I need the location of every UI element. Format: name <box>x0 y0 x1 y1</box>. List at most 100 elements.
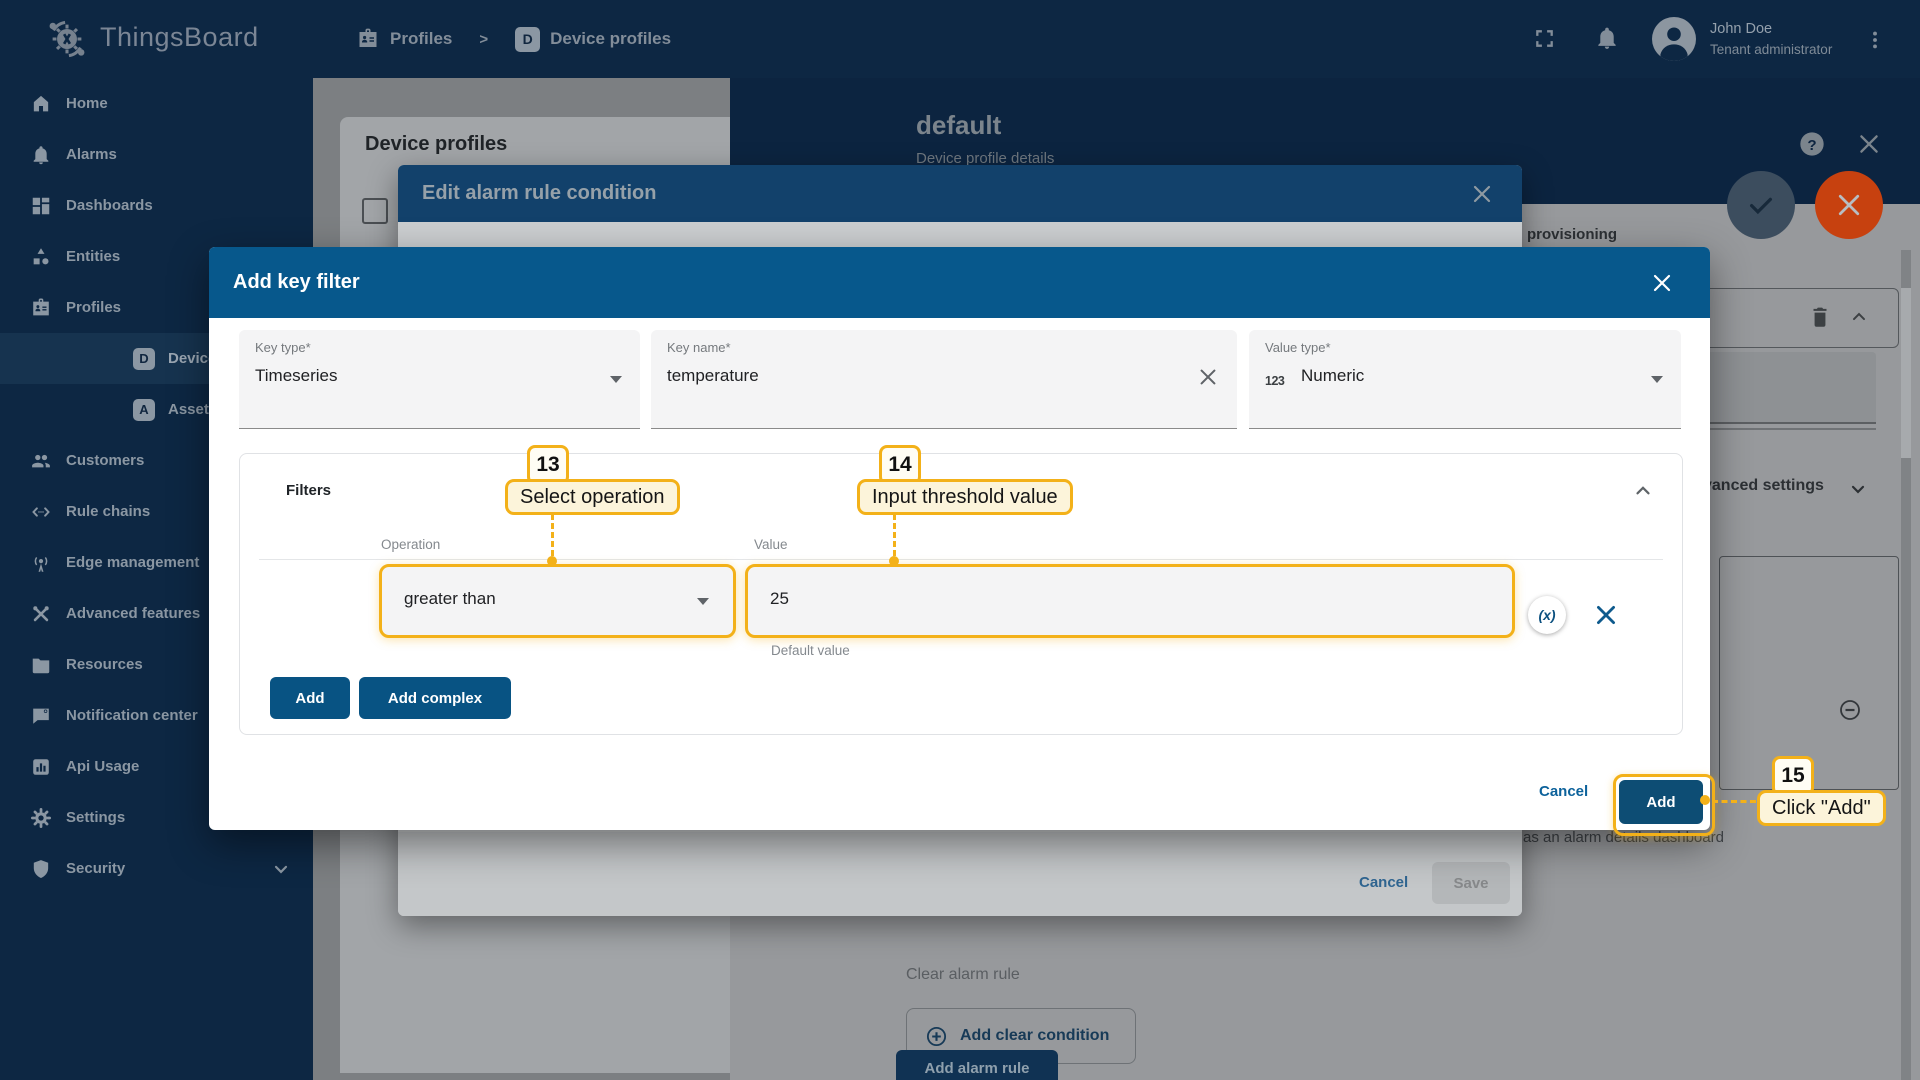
apply-changes-fab[interactable] <box>1727 171 1795 239</box>
dynamic-value-button[interactable]: (x) <box>1528 596 1566 634</box>
annotation-step-15-label: Click "Add" <box>1757 790 1886 826</box>
api-usage-chart-icon <box>30 756 52 778</box>
value-column-header: Value <box>754 537 788 552</box>
notification-message-icon <box>30 705 52 727</box>
threshold-value-input[interactable] <box>770 589 1419 609</box>
threshold-value-field[interactable] <box>745 564 1515 638</box>
modal-add-button[interactable]: Add <box>1619 780 1703 824</box>
alarm-bell-icon <box>30 144 52 166</box>
sidebar-item-security[interactable]: Security <box>0 843 313 894</box>
modal-title: Add key filter <box>233 271 360 294</box>
folder-icon <box>30 654 52 676</box>
profiles-badge-icon <box>356 27 380 51</box>
provisioning-tab-fragment[interactable]: provisioning <box>1527 226 1617 243</box>
edit-dialog-cancel-button[interactable]: Cancel <box>1359 874 1408 891</box>
filters-label: Filters <box>286 482 331 499</box>
edit-dialog-header: Edit alarm rule condition <box>398 165 1522 222</box>
home-icon <box>30 93 52 115</box>
thingsboard-app: ThingsBoard Profiles > D Device profiles <box>0 0 1920 1080</box>
sidebar-item-home[interactable]: Home <box>0 78 313 129</box>
trash-icon[interactable] <box>1807 304 1833 330</box>
modal-header: Add key filter <box>209 247 1710 318</box>
asset-profiles-chip-icon: A <box>133 399 155 421</box>
fullscreen-icon[interactable] <box>1532 26 1557 51</box>
user-role: Tenant administrator <box>1710 42 1832 57</box>
default-value-hint: Default value <box>771 643 850 658</box>
select-all-checkbox[interactable] <box>362 198 388 224</box>
value-type-select[interactable]: Value type* 123 Numeric <box>1249 330 1681 429</box>
more-menu-icon[interactable] <box>1864 27 1886 53</box>
chevron-down-icon <box>697 598 709 605</box>
annotation-step-13-label: Select operation <box>505 479 680 515</box>
add-filter-button[interactable]: Add <box>270 677 350 719</box>
breadcrumb: Profiles > D Device profiles <box>356 22 671 56</box>
sidebar-item-alarms[interactable]: Alarms <box>0 129 313 180</box>
operation-select[interactable]: greater than <box>379 564 736 638</box>
background-field <box>1690 352 1876 424</box>
schedule-box <box>1719 556 1899 790</box>
chevron-down-icon[interactable] <box>1848 479 1868 499</box>
annotation-13-connector <box>551 514 554 556</box>
device-profiles-chip-icon: D <box>133 348 155 370</box>
sidebar-item-dashboards[interactable]: Dashboards <box>0 180 313 231</box>
edit-dialog-title: Edit alarm rule condition <box>422 182 656 205</box>
help-icon[interactable]: ? <box>1798 130 1826 158</box>
close-icon[interactable] <box>1470 182 1494 206</box>
annotation-14-dot <box>889 556 899 566</box>
dashboards-icon <box>30 195 52 217</box>
close-icon[interactable] <box>1650 271 1674 295</box>
modal-cancel-button[interactable]: Cancel <box>1539 783 1588 800</box>
clear-alarm-rule-label: Clear alarm rule <box>906 966 1020 984</box>
dashboard-hint-fragment: as an alarm details dashboard <box>1523 829 1724 846</box>
chevron-down-icon <box>610 376 622 383</box>
annotation-15-connector <box>1712 800 1756 803</box>
discard-changes-fab[interactable] <box>1815 171 1883 239</box>
clear-icon[interactable] <box>1197 366 1219 388</box>
operation-column-header: Operation <box>381 537 440 552</box>
remove-circle-icon[interactable] <box>1838 698 1862 722</box>
chevron-down-icon <box>271 859 291 879</box>
remove-filter-icon[interactable] <box>1593 602 1619 628</box>
add-complex-filter-button[interactable]: Add complex <box>359 677 511 719</box>
topbar: ThingsBoard Profiles > D Device profiles <box>0 0 1920 78</box>
tools-icon <box>30 603 52 625</box>
rule-chains-icon <box>30 501 52 523</box>
breadcrumb-profiles[interactable]: Profiles <box>390 29 452 49</box>
device-profile-chip-icon: D <box>515 27 540 52</box>
add-alarm-rule-button[interactable]: Add alarm rule <box>896 1050 1058 1080</box>
collapse-chevron-up-icon[interactable] <box>1849 307 1869 327</box>
annotation-step-14-label: Input threshold value <box>857 479 1073 515</box>
app-title: ThingsBoard <box>100 22 259 53</box>
edit-dialog-footer <box>398 832 1522 916</box>
divider <box>259 559 1663 560</box>
numeric-123-icon: 123 <box>1265 374 1284 388</box>
chevron-down-icon <box>1651 376 1663 383</box>
entities-icon <box>30 246 52 268</box>
edge-antenna-icon <box>30 552 52 574</box>
plus-circle-icon <box>925 1025 948 1048</box>
shield-icon <box>30 858 52 880</box>
details-close-icon[interactable] <box>1856 131 1882 157</box>
user-name: John Doe <box>1710 21 1772 37</box>
thingsboard-logo-icon <box>44 16 90 62</box>
gear-icon <box>30 807 52 829</box>
profiles-badge-icon <box>30 297 52 319</box>
breadcrumb-device-profiles[interactable]: Device profiles <box>550 29 671 49</box>
customers-icon <box>30 450 52 472</box>
table-title: Device profiles <box>365 133 507 156</box>
key-type-select[interactable]: Key type* Timeseries <box>239 330 640 429</box>
edit-dialog-save-button[interactable]: Save <box>1432 862 1510 904</box>
details-title: default <box>916 110 1001 141</box>
add-key-filter-modal: Add key filter Key type* Timeseries Key … <box>209 247 1710 830</box>
annotation-15-dot <box>1700 795 1710 805</box>
scrollbar-thumb[interactable] <box>1901 288 1911 458</box>
advanced-settings-fragment[interactable]: vanced settings <box>1703 477 1824 495</box>
annotation-14-connector <box>893 514 896 556</box>
collapse-chevron-up-icon[interactable] <box>1632 480 1654 502</box>
breadcrumb-separator: > <box>479 31 488 48</box>
key-name-field[interactable]: Key name* <box>651 330 1237 429</box>
notifications-bell-icon[interactable] <box>1594 25 1620 51</box>
key-name-input[interactable] <box>667 366 1067 386</box>
avatar[interactable] <box>1652 17 1696 61</box>
svg-text:?: ? <box>1807 137 1816 154</box>
